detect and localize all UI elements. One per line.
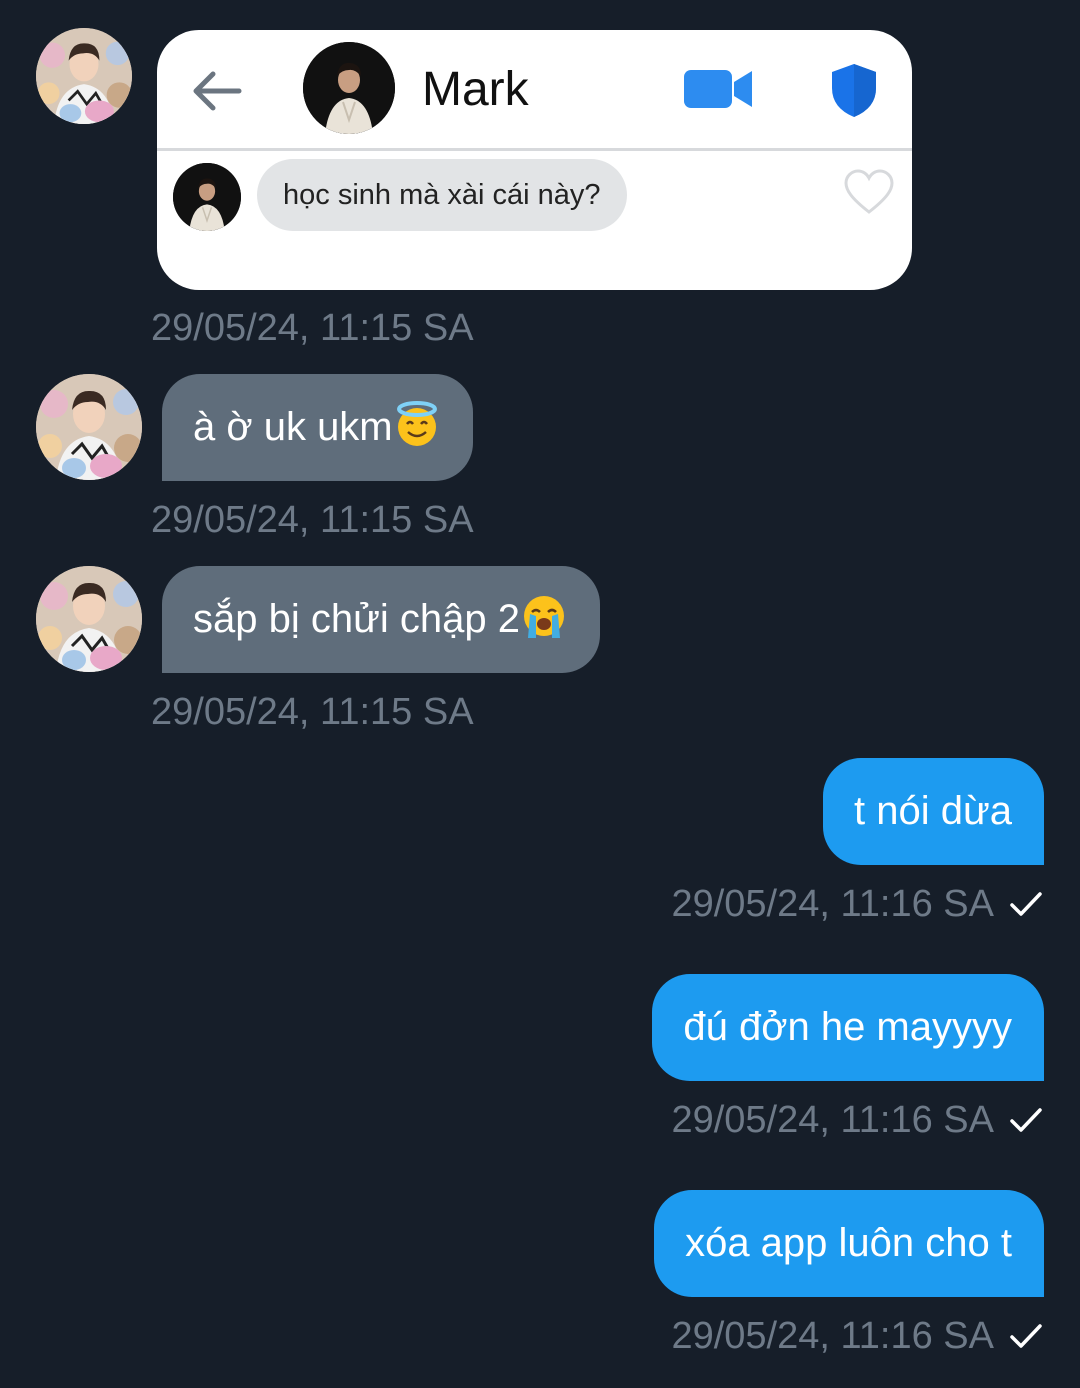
message-timestamp: 29/05/24, 11:15 SA xyxy=(151,691,474,733)
contact-avatar xyxy=(303,42,395,134)
outgoing-meta-row: 29/05/24, 11:16 SA xyxy=(671,1098,1044,1142)
shared-screenshot-card[interactable]: Mark học sinh mà xài cái này? xyxy=(157,30,912,290)
sent-check-icon xyxy=(1010,1108,1042,1132)
shield-icon xyxy=(832,64,876,117)
incoming-message-bubble[interactable]: à ờ uk ukm xyxy=(162,374,473,481)
outgoing-message-bubble[interactable]: xóa app luôn cho t xyxy=(654,1190,1044,1297)
header-divider xyxy=(157,148,912,151)
message-timestamp: 29/05/24, 11:16 SA xyxy=(671,1099,994,1141)
sender-avatar[interactable] xyxy=(36,374,142,480)
message-text: à ờ uk ukm xyxy=(193,405,393,449)
sender-avatar-image xyxy=(36,374,142,480)
sent-check-icon xyxy=(1010,892,1042,916)
sender-avatar-image xyxy=(36,566,142,672)
message-text: sắp bị chửi chập 2 xyxy=(193,597,520,641)
outgoing-message-bubble[interactable]: đú đởn he mayyyy xyxy=(652,974,1044,1081)
message-timestamp: 29/05/24, 11:16 SA xyxy=(671,883,994,925)
video-call-icon xyxy=(684,70,752,108)
smiling-face-with-halo-icon xyxy=(396,401,437,446)
message-timestamp: 29/05/24, 11:16 SA xyxy=(671,1315,994,1357)
shared-chat-header: Mark xyxy=(157,30,912,148)
outgoing-meta-row: 29/05/24, 11:16 SA xyxy=(671,1314,1044,1358)
contact-avatar-image xyxy=(303,42,395,134)
loudly-crying-face-icon xyxy=(523,596,564,638)
incoming-message-bubble[interactable]: sắp bị chửi chập 2 xyxy=(162,566,600,673)
sender-avatar[interactable] xyxy=(36,28,132,124)
heart-icon xyxy=(844,169,894,214)
sender-avatar-image xyxy=(36,28,132,124)
outgoing-message-bubble[interactable]: t nói dừa xyxy=(823,758,1044,865)
sender-avatar[interactable] xyxy=(36,566,142,672)
message-timestamp: 29/05/24, 11:15 SA xyxy=(151,307,474,349)
message-text: t nói dừa xyxy=(854,789,1012,833)
message-text: đú đởn he mayyyy xyxy=(683,1005,1012,1049)
message-timestamp: 29/05/24, 11:15 SA xyxy=(151,499,474,541)
back-arrow-icon xyxy=(193,71,242,111)
message-avatar xyxy=(173,163,241,231)
message-avatar-image xyxy=(173,163,241,231)
sent-check-icon xyxy=(1010,1324,1042,1348)
message-text: xóa app luôn cho t xyxy=(685,1221,1012,1265)
contact-name: Mark xyxy=(422,63,529,116)
outgoing-meta-row: 29/05/24, 11:16 SA xyxy=(671,882,1044,926)
shared-message-bubble: học sinh mà xài cái này? xyxy=(257,159,627,231)
